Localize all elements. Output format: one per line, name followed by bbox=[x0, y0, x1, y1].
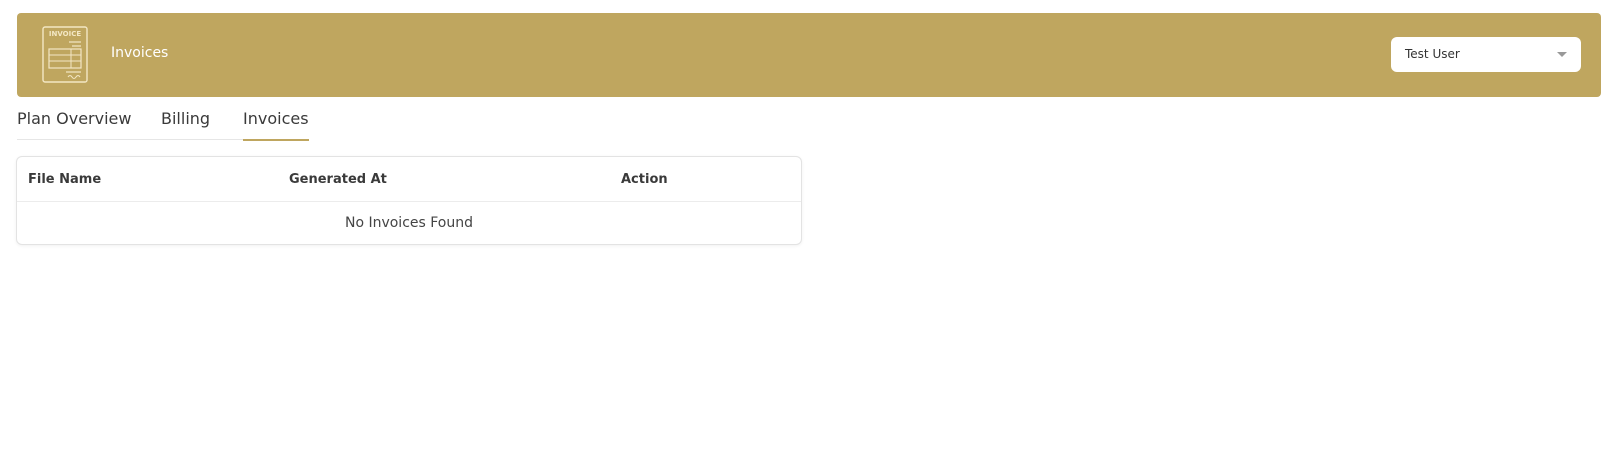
tab-invoices[interactable]: Invoices bbox=[243, 109, 309, 141]
column-header-action: Action bbox=[621, 172, 668, 187]
chevron-down-icon bbox=[1557, 52, 1567, 57]
invoice-icon: INVOICE bbox=[42, 26, 88, 83]
column-header-file-name: File Name bbox=[28, 172, 102, 187]
page-title: Invoices bbox=[111, 45, 169, 61]
tab-billing[interactable]: Billing bbox=[161, 109, 210, 139]
user-dropdown[interactable]: Test User bbox=[1391, 37, 1581, 72]
invoice-icon-text: INVOICE bbox=[49, 30, 81, 38]
tab-bar: Plan Overview Billing Invoices bbox=[17, 105, 309, 141]
page-header: INVOICE Invoices Test User bbox=[17, 13, 1601, 97]
tab-plan-overview[interactable]: Plan Overview bbox=[17, 109, 131, 139]
user-dropdown-value: Test User bbox=[1405, 47, 1460, 61]
empty-state-message: No Invoices Found bbox=[344, 215, 474, 231]
column-header-generated-at: Generated At bbox=[289, 172, 387, 187]
table-header: File Name Generated At Action bbox=[17, 157, 801, 202]
invoices-table: File Name Generated At Action No Invoice… bbox=[16, 156, 802, 245]
